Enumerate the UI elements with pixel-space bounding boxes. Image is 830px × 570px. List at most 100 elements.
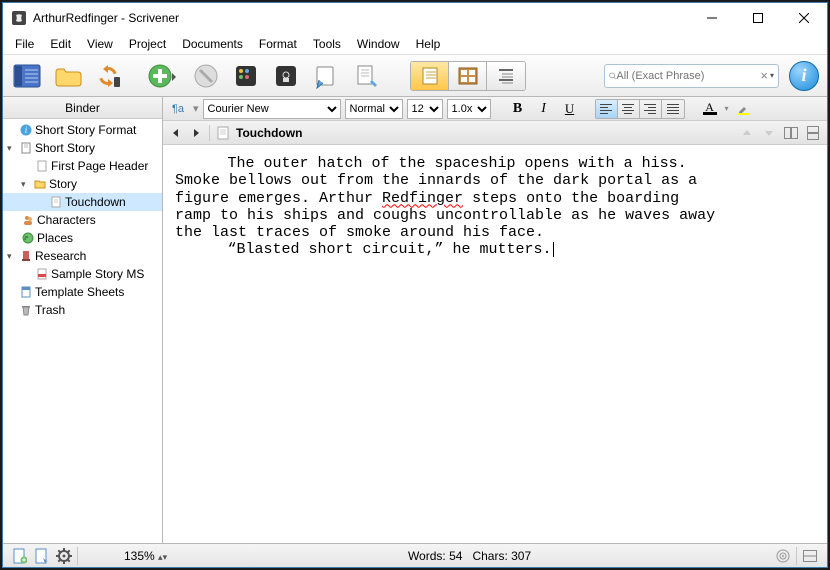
view-mode-group xyxy=(410,61,526,91)
menu-help[interactable]: Help xyxy=(408,35,449,53)
menu-file[interactable]: File xyxy=(7,35,42,53)
binder-item-short-story[interactable]: ▾ Short Story xyxy=(3,139,162,157)
search-field[interactable]: × ▾ xyxy=(604,64,779,88)
add-button[interactable] xyxy=(139,58,185,94)
format-bar: ¶a ▾ Courier New Normal 12 1.0x B I U xyxy=(163,97,827,121)
pdf-icon xyxy=(35,267,49,281)
binder-item-touchdown[interactable]: Touchdown xyxy=(3,193,162,211)
font-select[interactable]: Courier New xyxy=(203,99,341,119)
underline-button[interactable]: U xyxy=(559,99,581,119)
editor-text-area[interactable]: The outer hatch of the spaceship opens w… xyxy=(163,145,827,543)
italic-button[interactable]: I xyxy=(533,99,555,119)
minimize-button[interactable] xyxy=(689,3,735,33)
bold-button[interactable]: B xyxy=(507,99,529,119)
align-right-button[interactable] xyxy=(640,100,662,118)
text-color-button[interactable]: A xyxy=(699,99,721,119)
menu-window[interactable]: Window xyxy=(349,35,408,53)
binder-item-places[interactable]: Places xyxy=(3,229,162,247)
binder-item-characters[interactable]: Characters xyxy=(3,211,162,229)
chevron-down-icon[interactable]: ▾ xyxy=(7,251,17,262)
places-icon xyxy=(21,231,35,245)
view-corkboard-button[interactable] xyxy=(449,62,487,90)
split-vertical-button[interactable] xyxy=(805,125,821,141)
align-left-button[interactable] xyxy=(596,100,618,118)
align-center-button[interactable] xyxy=(618,100,640,118)
zoom-level[interactable]: 135% ▴▾ xyxy=(124,549,167,563)
binder-item-template-sheets[interactable]: Template Sheets xyxy=(3,283,162,301)
inspector-button[interactable]: i xyxy=(789,61,819,91)
line-spacing-select[interactable]: 1.0x xyxy=(447,99,491,119)
research-icon xyxy=(19,249,33,263)
settings-button[interactable] xyxy=(53,546,75,566)
search-icon xyxy=(609,70,616,82)
search-input[interactable] xyxy=(616,70,758,82)
maximize-button[interactable] xyxy=(735,3,781,33)
binder-item-research[interactable]: ▾ Research xyxy=(3,247,162,265)
menu-view[interactable]: View xyxy=(79,35,121,53)
characters-icon xyxy=(21,213,35,227)
split-horizontal-button[interactable] xyxy=(783,125,799,141)
paragraph-symbol-button[interactable]: ¶a xyxy=(167,99,189,119)
menu-format[interactable]: Format xyxy=(251,35,305,53)
binder-item-trash[interactable]: Trash xyxy=(3,301,162,319)
text-cursor xyxy=(553,242,554,257)
layout-button[interactable] xyxy=(799,546,821,566)
menu-project[interactable]: Project xyxy=(121,35,174,53)
snapshot-button[interactable] xyxy=(267,58,305,94)
reveal-in-binder-button[interactable] xyxy=(31,546,53,566)
font-style-select[interactable]: Normal xyxy=(345,99,403,119)
alignment-group xyxy=(595,99,685,119)
highlight-button[interactable] xyxy=(733,99,755,119)
trash-icon xyxy=(19,303,33,317)
menubar: File Edit View Project Documents Format … xyxy=(3,33,827,55)
binder-toggle-button[interactable] xyxy=(7,58,47,94)
search-clear-icon[interactable]: × xyxy=(758,68,770,83)
chevron-down-icon[interactable]: ▾ xyxy=(21,179,31,190)
template-icon xyxy=(19,285,33,299)
new-document-button[interactable] xyxy=(9,546,31,566)
chevron-down-icon[interactable]: ▾ xyxy=(7,143,17,154)
binder-item-sample-story-ms[interactable]: Sample Story MS xyxy=(3,265,162,283)
search-dropdown-icon[interactable]: ▾ xyxy=(770,71,774,80)
window-title: ArthurRedfinger - Scrivener xyxy=(33,11,179,25)
document-title[interactable]: Touchdown xyxy=(236,126,302,140)
target-button[interactable] xyxy=(772,546,794,566)
align-justify-button[interactable] xyxy=(662,100,684,118)
char-count[interactable]: Chars: 307 xyxy=(472,549,531,563)
manuscript-icon xyxy=(19,141,33,155)
nav-forward-button[interactable] xyxy=(189,126,203,140)
binder-item-story[interactable]: ▾ Story xyxy=(3,175,162,193)
titlebar: ArthurRedfinger - Scrivener xyxy=(3,3,827,33)
info-icon: i xyxy=(19,123,33,137)
nav-down-button[interactable] xyxy=(761,125,777,141)
application-window: ArthurRedfinger - Scrivener File Edit Vi… xyxy=(2,2,828,568)
close-button[interactable] xyxy=(781,3,827,33)
sync-button[interactable] xyxy=(89,58,127,94)
app-icon xyxy=(11,10,27,26)
menu-documents[interactable]: Documents xyxy=(174,35,251,53)
font-size-select[interactable]: 12 xyxy=(407,99,443,119)
nav-back-button[interactable] xyxy=(169,126,183,140)
view-outline-button[interactable] xyxy=(487,62,525,90)
keywords-button[interactable] xyxy=(227,58,265,94)
trash-button[interactable] xyxy=(187,58,225,94)
binder-tree[interactable]: i Short Story Format ▾ Short Story First… xyxy=(3,119,162,543)
binder-header: Binder xyxy=(3,97,162,119)
text-icon xyxy=(35,159,49,173)
compile-button[interactable] xyxy=(347,58,385,94)
main-area: Binder i Short Story Format ▾ Short Stor… xyxy=(3,97,827,543)
menu-tools[interactable]: Tools xyxy=(305,35,349,53)
text-icon xyxy=(49,195,63,209)
collections-button[interactable] xyxy=(49,58,87,94)
folder-icon xyxy=(33,177,47,191)
binder-item-first-page-header[interactable]: First Page Header xyxy=(3,157,162,175)
binder-item-short-story-format[interactable]: i Short Story Format xyxy=(3,121,162,139)
nav-up-button[interactable] xyxy=(739,125,755,141)
word-count[interactable]: Words: 54 xyxy=(408,549,463,563)
status-bar: 135% ▴▾ Words: 54 Chars: 307 xyxy=(3,543,827,567)
view-document-button[interactable] xyxy=(411,62,449,90)
misspelled-word[interactable]: Redfinger xyxy=(382,190,463,207)
text-icon xyxy=(216,126,230,140)
menu-edit[interactable]: Edit xyxy=(42,35,79,53)
quick-reference-button[interactable] xyxy=(307,58,345,94)
